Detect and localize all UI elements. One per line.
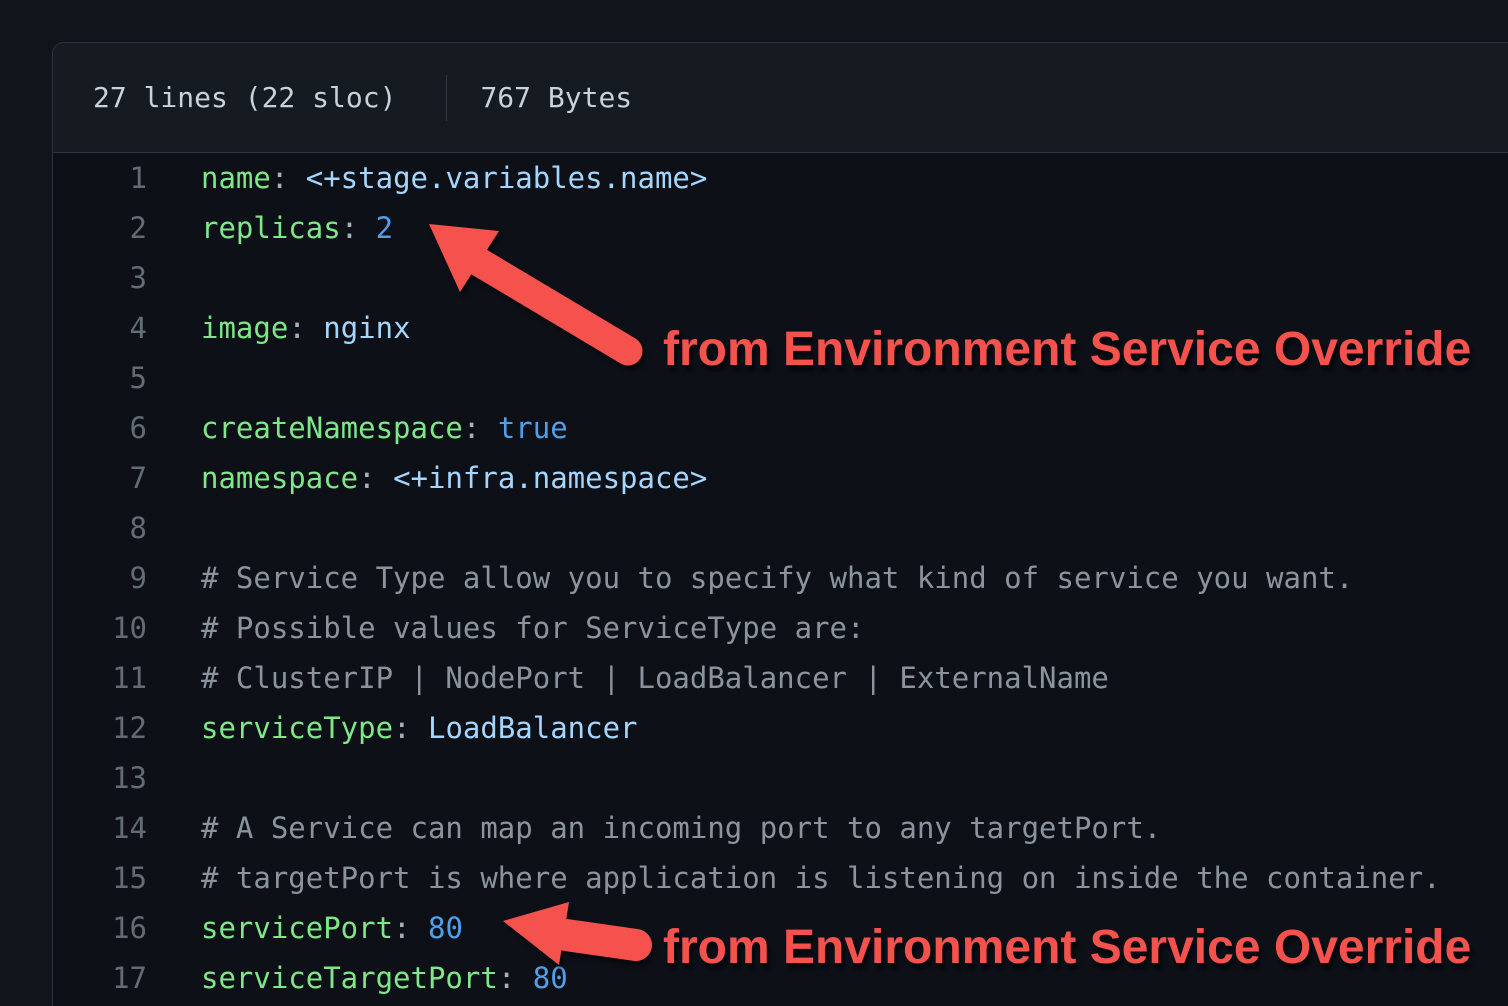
code-text: # Service Type allow you to specify what… <box>147 553 1353 603</box>
code-text: replicas: 2 <box>147 203 393 253</box>
code-text: # A Service can map an incoming port to … <box>147 803 1161 853</box>
line-number[interactable]: 10 <box>53 603 147 653</box>
code-line: 9# Service Type allow you to specify wha… <box>53 553 1508 603</box>
line-number[interactable]: 2 <box>53 203 147 253</box>
code-line: 10# Possible values for ServiceType are: <box>53 603 1508 653</box>
file-size: 767 Bytes <box>480 81 632 114</box>
code-line: 2replicas: 2 <box>53 203 1508 253</box>
code-line: 6createNamespace: true <box>53 403 1508 453</box>
code-text: servicePort: 80 <box>147 903 463 953</box>
code-text <box>147 353 201 403</box>
line-number[interactable]: 1 <box>53 153 147 203</box>
line-number[interactable]: 12 <box>53 703 147 753</box>
code-text <box>147 253 201 303</box>
line-number[interactable]: 15 <box>53 853 147 903</box>
code-text: # targetPort is where application is lis… <box>147 853 1441 903</box>
line-number[interactable]: 3 <box>53 253 147 303</box>
code-line: 1name: <+stage.variables.name> <box>53 153 1508 203</box>
code-text: # Possible values for ServiceType are: <box>147 603 864 653</box>
code-text: serviceTargetPort: 80 <box>147 953 568 1003</box>
line-number[interactable]: 7 <box>53 453 147 503</box>
line-number[interactable]: 14 <box>53 803 147 853</box>
line-number[interactable]: 4 <box>53 303 147 353</box>
line-number[interactable]: 6 <box>53 403 147 453</box>
code-viewer: 1name: <+stage.variables.name>2replicas:… <box>53 153 1508 1003</box>
code-line: 3 <box>53 253 1508 303</box>
code-text: createNamespace: true <box>147 403 568 453</box>
file-lines-info: 27 lines (22 sloc) <box>93 81 396 114</box>
line-number[interactable]: 13 <box>53 753 147 803</box>
code-text <box>147 503 201 553</box>
code-text: # ClusterIP | NodePort | LoadBalancer | … <box>147 653 1109 703</box>
code-line: 7namespace: <+infra.namespace> <box>53 453 1508 503</box>
line-number[interactable]: 5 <box>53 353 147 403</box>
code-line: 15# targetPort is where application is l… <box>53 853 1508 903</box>
line-number[interactable]: 17 <box>53 953 147 1003</box>
line-number[interactable]: 9 <box>53 553 147 603</box>
header-divider <box>446 75 447 121</box>
line-number[interactable]: 11 <box>53 653 147 703</box>
file-card: 27 lines (22 sloc) 767 Bytes 1name: <+st… <box>52 42 1508 1006</box>
code-line: 12serviceType: LoadBalancer <box>53 703 1508 753</box>
code-line: 14# A Service can map an incoming port t… <box>53 803 1508 853</box>
file-header: 27 lines (22 sloc) 767 Bytes <box>53 43 1508 153</box>
annotation-label-replicas: from Environment Service Override <box>663 326 1471 374</box>
code-text <box>147 753 201 803</box>
line-number[interactable]: 16 <box>53 903 147 953</box>
code-line: 13 <box>53 753 1508 803</box>
annotation-label-service-port: from Environment Service Override <box>663 924 1471 972</box>
code-line: 11# ClusterIP | NodePort | LoadBalancer … <box>53 653 1508 703</box>
code-text: serviceType: LoadBalancer <box>147 703 638 753</box>
code-line: 8 <box>53 503 1508 553</box>
code-text: name: <+stage.variables.name> <box>147 153 707 203</box>
screen: 27 lines (22 sloc) 767 Bytes 1name: <+st… <box>0 0 1508 1006</box>
line-number[interactable]: 8 <box>53 503 147 553</box>
code-text: image: nginx <box>147 303 411 353</box>
code-text: namespace: <+infra.namespace> <box>147 453 707 503</box>
